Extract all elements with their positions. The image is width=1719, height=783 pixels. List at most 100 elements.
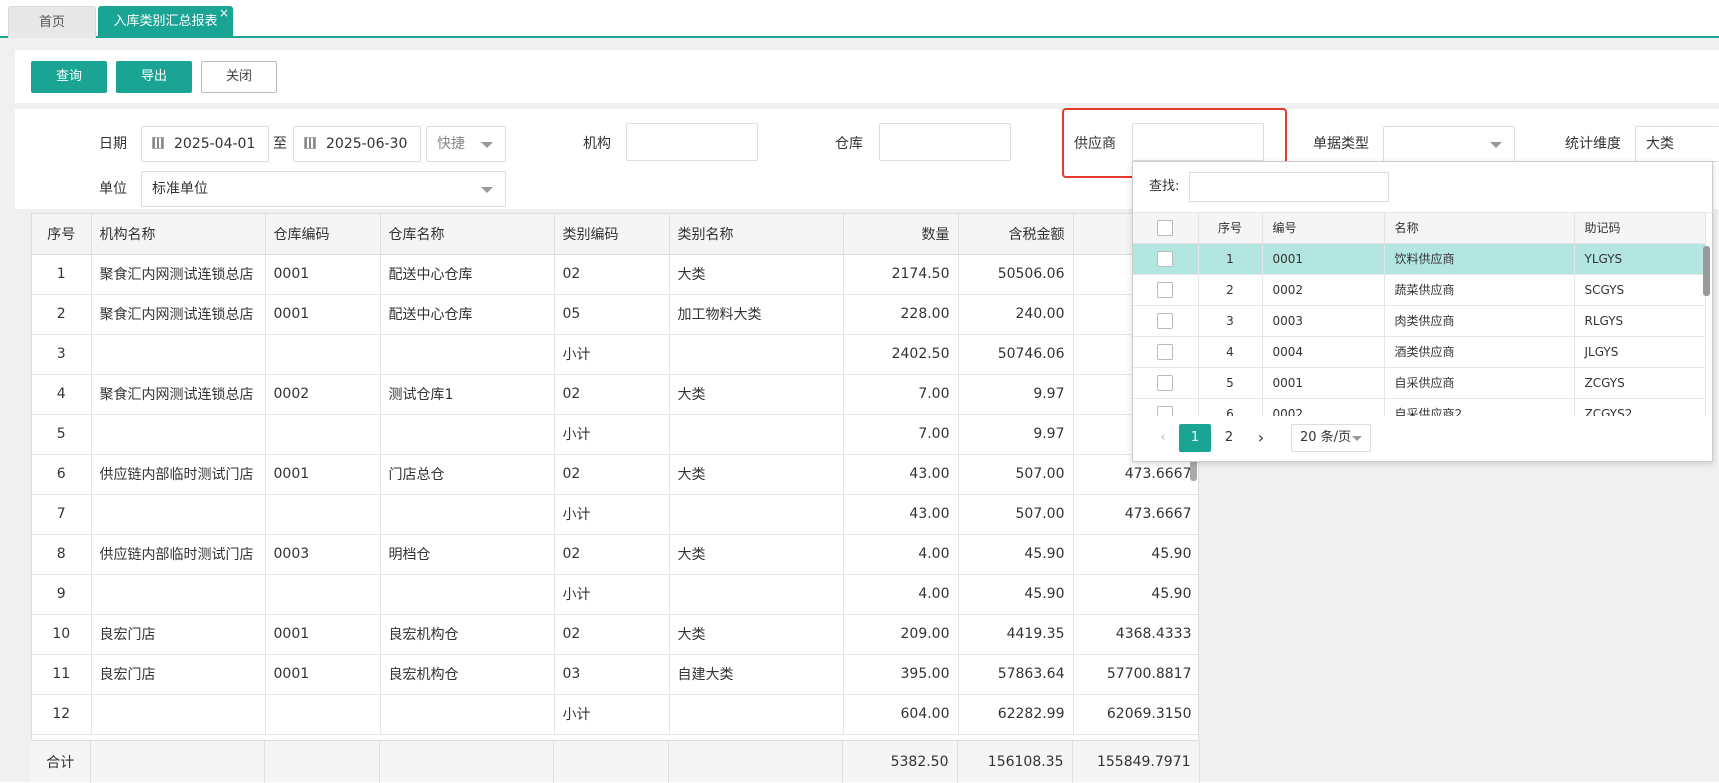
table-cell: 9 [32,574,92,615]
table-row[interactable]: 3小计2402.5050746.06507 [32,334,1198,375]
column-header[interactable]: 数量 [843,214,959,255]
table-cell: 507.00 [958,454,1074,495]
table-row[interactable]: 9 小计 4.00 45.90 45.90 [32,574,1198,615]
table-cell: 43.00 [843,494,959,535]
table-cell [669,574,844,615]
table-row[interactable]: 6 供应链内部临时测试门店 0001 门店总仓 02 大类 43.00 507.00 473.6… [32,454,1198,495]
search-label: 查找: [1149,179,1180,194]
close-icon[interactable]: × [219,0,229,29]
supplier-row[interactable]: 5 0001 自采供应商 ZCGYS [1133,367,1706,399]
row-checkbox[interactable] [1157,405,1174,416]
search-input[interactable] [1189,172,1389,202]
table-cell: 良宏机构仓 [380,654,555,695]
table-cell [91,694,266,735]
unit-select[interactable]: 标准单位 [141,171,506,207]
tab-bar: 首页 入库类别汇总报表 × [0,0,1719,38]
table-cell: 4419.35 [958,614,1074,655]
table-cell: 9.97 [958,374,1074,415]
supplier-cell: 蔬菜供应商 [1384,274,1575,306]
table-cell: 小计 [554,334,670,375]
table-cell: 62282.99 [958,694,1074,735]
dimension-label: 统计维度 [1565,136,1621,152]
query-button[interactable]: 查询 [31,61,107,93]
column-header[interactable]: 含税金额 [958,214,1074,255]
page-size-select[interactable]: 20 条/页 [1291,424,1371,452]
dimension-value: 大类 [1646,136,1674,152]
supplier-scrollbar[interactable] [1703,246,1710,296]
table-cell: 配送中心仓库 [380,294,555,335]
table-cell [91,334,266,375]
page-2-button[interactable]: 2 [1217,424,1241,452]
chevron-down-icon [481,187,493,193]
table-cell: 228.00 [843,294,959,335]
warehouse-input[interactable] [879,123,1011,161]
total-qty: 5382.50 [842,741,958,783]
supplier-row[interactable]: 1 0001 饮料供应商 YLGYS [1133,243,1706,275]
select-all-checkbox[interactable] [1157,219,1174,236]
date-to-input[interactable]: 2025-06-30 [293,126,421,162]
table-cell: 大类 [669,254,844,295]
table-cell: 2 [32,294,92,335]
column-header[interactable]: 类别名称 [669,214,844,255]
table-cell [380,334,555,375]
row-checkbox[interactable] [1157,281,1174,298]
supplier-row[interactable]: 6 0002 自采供应商2 ZCGYS2 [1133,398,1706,416]
doc-type-select[interactable] [1383,126,1515,162]
table-cell: 明档仓 [380,534,555,575]
table-cell: 0001 [265,654,381,695]
page-1-button[interactable]: 1 [1179,424,1211,452]
table-cell: 加工物料大类 [669,294,844,335]
table-cell: 10 [32,614,92,655]
table-cell [265,494,381,535]
supplier-cell: 0001 [1262,243,1385,275]
supplier-row[interactable]: 2 0002 蔬菜供应商 SCGYS [1133,274,1706,306]
supplier-cell: 0001 [1262,367,1385,399]
table-row[interactable]: 5 小计 7.00 9.97 [32,414,1198,455]
table-cell: 4.00 [843,534,959,575]
export-button[interactable]: 导出 [116,61,192,93]
table-cell: 5 [32,414,92,455]
dimension-select[interactable]: 大类 [1635,126,1719,162]
table-cell: 1 [32,254,92,295]
supplier-cell: 0004 [1262,336,1385,368]
table-row[interactable]: 12 小计 604.00 62282.99 62069.3150 [32,694,1198,735]
table-row[interactable]: 10 良宏门店 0001 良宏机构仓 02 大类 209.00 4419.35 4368.433… [32,614,1198,655]
quick-select[interactable]: 快捷 [426,126,506,162]
row-checkbox[interactable] [1157,312,1174,329]
supplier-row[interactable]: 4 0004 酒类供应商 JLGYS [1133,336,1706,368]
table-row[interactable]: 11 良宏门店 0001 良宏机构仓 03 自建大类 395.00 57863.64 57700… [32,654,1198,695]
row-checkbox[interactable] [1157,343,1174,360]
column-header[interactable]: 仓库名称 [380,214,555,255]
prev-page-icon[interactable]: ‹ [1153,424,1173,452]
org-input[interactable] [626,123,758,161]
row-checkbox[interactable] [1157,250,1174,267]
table-row[interactable]: 7 小计 43.00 507.00 473.6667 [32,494,1198,535]
tab-inbound-category-report[interactable]: 入库类别汇总报表 × [98,6,233,38]
table-cell: 自建大类 [669,654,844,695]
supplier-col-name: 名称 [1384,213,1575,244]
column-header[interactable]: 序号 [32,214,92,255]
date-from-input[interactable]: 2025-04-01 [141,126,269,162]
supplier-cell: SCGYS [1574,274,1706,306]
column-header[interactable]: 类别编码 [554,214,670,255]
table-row[interactable]: 4 聚食汇内网测试连锁总店 0002 测试仓库1 02 大类 7.00 9.97 [32,374,1198,415]
row-checkbox[interactable] [1157,374,1174,391]
page-size-value: 20 条/页 [1300,430,1352,445]
table-row[interactable]: 1 聚食汇内网测试连锁总店 0001 配送中心仓库 02 大类 2174.50 50506.0… [32,254,1198,295]
close-button[interactable]: 关闭 [201,61,277,93]
table-row[interactable]: 2 聚食汇内网测试连锁总店 0001 配送中心仓库 05 加工物料大类 228.00 240.… [32,294,1198,335]
supplier-cell: RLGYS [1574,305,1706,337]
supplier-row[interactable]: 3 0003 肉类供应商 RLGYS [1133,305,1706,337]
table-cell: 小计 [554,494,670,535]
table-row[interactable]: 8 供应链内部临时测试门店 0003 明档仓 02 大类 4.00 45.90 45.90 [32,534,1198,575]
table-cell: 供应链内部临时测试门店 [91,454,266,495]
column-header[interactable]: 仓库编码 [265,214,381,255]
column-header[interactable]: 机构名称 [91,214,266,255]
tab-home[interactable]: 首页 [8,6,96,38]
table-cell [265,334,381,375]
unit-value: 标准单位 [152,181,208,197]
table-header-row: 序号机构名称仓库编码仓库名称类别编码类别名称数量含税金额不含 [32,214,1198,255]
chevron-down-icon [1352,436,1362,441]
next-page-icon[interactable]: › [1251,424,1271,452]
table-body: 1 聚食汇内网测试连锁总店 0001 配送中心仓库 02 大类 2174.50 50506.0… [32,254,1198,735]
